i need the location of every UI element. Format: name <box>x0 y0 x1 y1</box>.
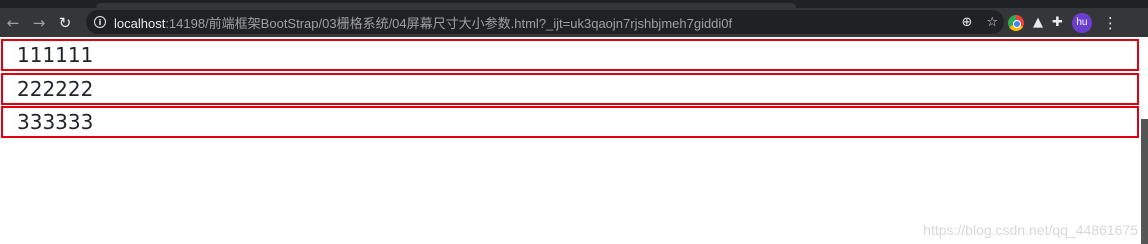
page-viewport: 111111 222222 333333 https://blog.csdn.n… <box>0 37 1148 244</box>
url-path: :14198/前端框架BootStrap/03栅格系统/04屏幕尺寸大小参数.h… <box>165 15 733 31</box>
url-host: localhost <box>114 15 166 31</box>
reload-icon[interactable]: ↻ <box>52 10 78 36</box>
back-arrow-icon[interactable]: ← <box>0 10 26 36</box>
omnibox-actions: ⊕ ☆ <box>961 10 998 34</box>
star-icon[interactable]: ☆ <box>986 15 998 30</box>
mountain-extension-icon[interactable]: ▲ <box>1033 15 1043 30</box>
puzzle-extension-icon[interactable]: ✚ <box>1052 15 1063 30</box>
grid-row-1: 111111 <box>1 39 1139 71</box>
grid-row-2: 222222 <box>1 73 1139 105</box>
scrollbar-edge[interactable] <box>1141 119 1148 244</box>
tab-strip <box>0 0 1148 8</box>
info-icon[interactable]: i <box>94 16 106 28</box>
address-bar[interactable]: i localhost:14198/前端框架BootStrap/03栅格系统/0… <box>86 10 1004 34</box>
forward-arrow-icon[interactable]: → <box>26 10 52 36</box>
browser-window: ← → ↻ i localhost:14198/前端框架BootStrap/03… <box>0 0 1148 244</box>
extensions-area: ▲ ✚ hu ⋮ <box>1008 8 1118 37</box>
zoom-icon[interactable]: ⊕ <box>961 15 972 30</box>
grid-row-3: 333333 <box>1 106 1139 138</box>
avatar[interactable]: hu <box>1071 12 1092 33</box>
url-text[interactable]: localhost:14198/前端框架BootStrap/03栅格系统/04屏… <box>114 13 732 32</box>
chrome-extension-icon[interactable] <box>1008 14 1024 31</box>
watermark: https://blog.csdn.net/qq_44861675 <box>923 222 1138 238</box>
kebab-menu-icon[interactable]: ⋮ <box>1103 14 1118 32</box>
browser-toolbar: ← → ↻ i localhost:14198/前端框架BootStrap/03… <box>0 8 1148 37</box>
scrollbar-track <box>1141 37 1148 119</box>
